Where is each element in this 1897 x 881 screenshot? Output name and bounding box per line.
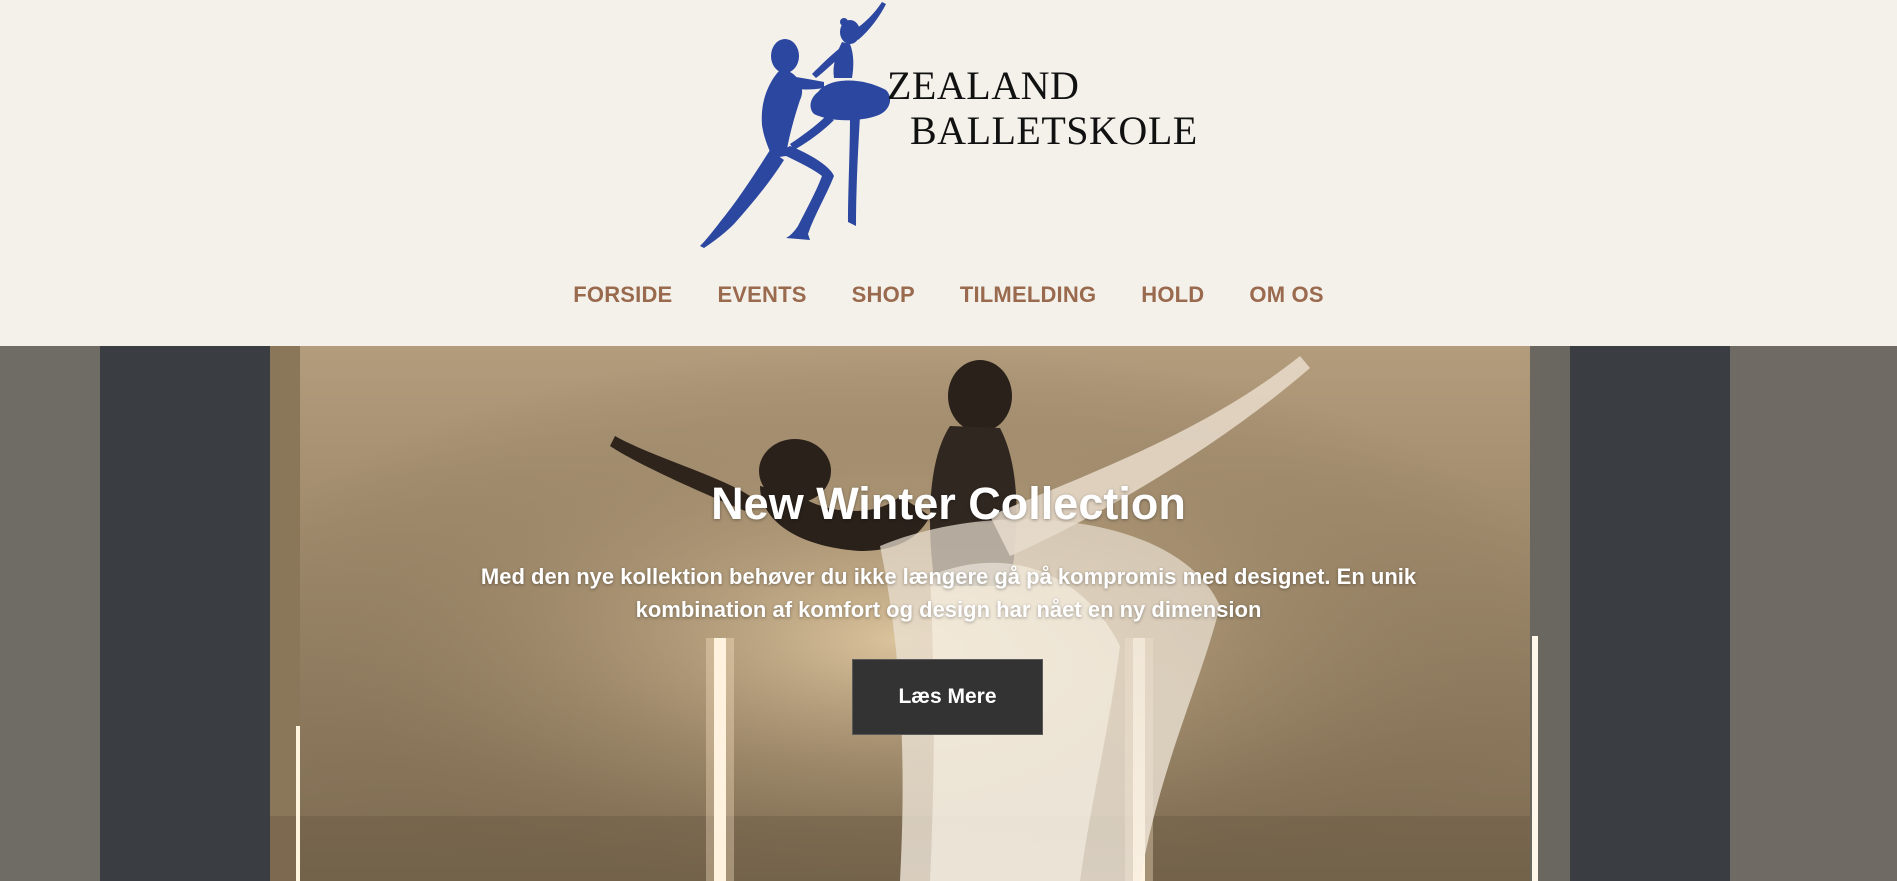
nav-item-tilmelding[interactable]: TILMELDING bbox=[960, 282, 1096, 308]
ballet-dancers-silhouette-icon bbox=[700, 2, 891, 248]
nav-item-shop[interactable]: SHOP bbox=[852, 282, 915, 308]
brand-name-line2: BALLETSKOLE bbox=[910, 108, 1198, 153]
hero-content: New Winter Collection Med den nye kollek… bbox=[0, 346, 1897, 881]
nav-item-hold[interactable]: HOLD bbox=[1141, 282, 1204, 308]
hero-title: New Winter Collection bbox=[711, 478, 1186, 529]
nav-item-events[interactable]: EVENTS bbox=[717, 282, 806, 308]
nav-item-forside[interactable]: FORSIDE bbox=[573, 282, 672, 308]
brand-name-line1: ZEALAND bbox=[887, 63, 1080, 108]
site-header: ZEALAND BALLETSKOLE FORSIDE EVENTS SHOP … bbox=[0, 0, 1897, 346]
nav-item-om-os[interactable]: OM OS bbox=[1249, 282, 1323, 308]
hero-description: Med den nye kollektion behøver du ikke l… bbox=[480, 564, 1417, 622]
main-navigation: FORSIDE EVENTS SHOP TILMELDING HOLD OM O… bbox=[0, 282, 1897, 308]
read-more-button[interactable]: Læs Mere bbox=[852, 659, 1043, 735]
site-logo[interactable]: ZEALAND BALLETSKOLE bbox=[690, 0, 1197, 255]
hero-banner: New Winter Collection Med den nye kollek… bbox=[0, 346, 1897, 881]
